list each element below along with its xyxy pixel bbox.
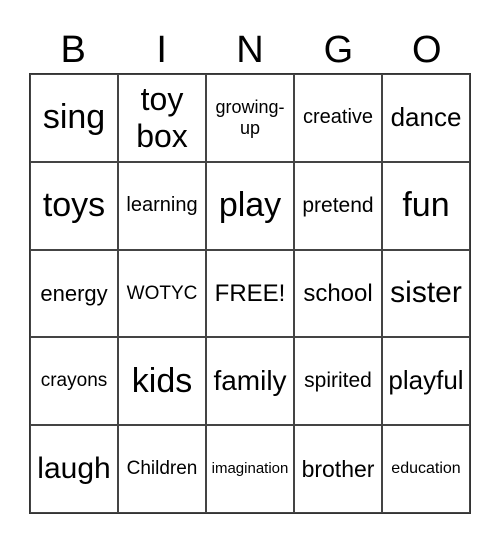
bingo-cell: learning	[118, 161, 206, 250]
bingo-cell: dance	[382, 74, 470, 162]
header-letter: I	[156, 29, 167, 71]
bingo-header: B I N G O	[29, 26, 471, 74]
bingo-cell: FREE!	[206, 249, 294, 338]
bingo-cell: crayons	[30, 337, 118, 426]
header-letter: O	[412, 29, 442, 71]
bingo-cell: play	[206, 161, 294, 250]
bingo-cell: Children	[118, 425, 206, 513]
bingo-cell: playful	[382, 337, 470, 426]
bingo-cell: toys	[30, 161, 118, 250]
header-letter: G	[323, 29, 354, 71]
bingo-cell: spirited	[294, 337, 382, 426]
bingo-cell: growing-up	[206, 74, 294, 162]
bingo-cell: brother	[294, 425, 382, 513]
bingo-grid: sing toy box growing-up creative dance toys le…	[29, 73, 471, 514]
bingo-cell: education	[382, 425, 470, 513]
bingo-cell: energy	[30, 249, 118, 338]
bingo-cell: WOTYC	[118, 249, 206, 338]
bingo-cell: laugh	[30, 425, 118, 513]
bingo-cell: pretend	[294, 161, 382, 250]
bingo-cell: creative	[294, 74, 382, 162]
bingo-cell: sing	[30, 74, 118, 162]
header-letter: B	[60, 29, 86, 71]
bingo-cell: imagination	[206, 425, 294, 513]
bingo-cell: family	[206, 337, 294, 426]
header-letter: N	[236, 29, 264, 71]
bingo-cell: school	[294, 249, 382, 338]
bingo-cell: sister	[382, 249, 470, 338]
bingo-cell: toy box	[118, 74, 206, 162]
bingo-cell: kids	[118, 337, 206, 426]
bingo-cell: fun	[382, 161, 470, 250]
